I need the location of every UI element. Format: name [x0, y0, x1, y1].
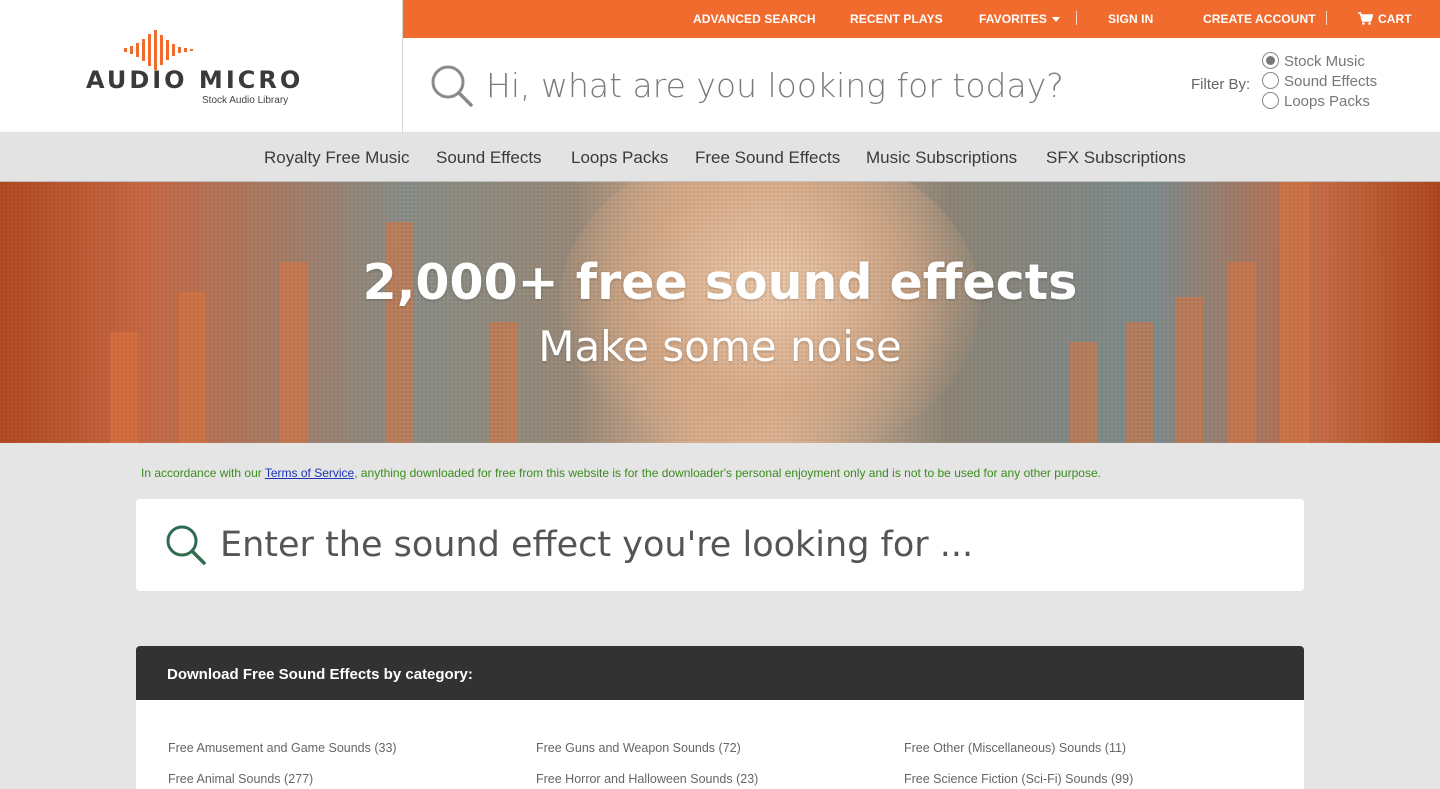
divider: [1076, 11, 1077, 25]
filter-sound-effects-radio[interactable]: Sound Effects: [1262, 72, 1377, 90]
cart-label: CART: [1378, 12, 1412, 26]
nav-music-subscriptions[interactable]: Music Subscriptions: [866, 148, 1017, 168]
category-link[interactable]: Free Animal Sounds (277): [168, 772, 313, 786]
filter-option-label: Loops Packs: [1284, 93, 1370, 110]
category-panel-header: Download Free Sound Effects by category:: [136, 646, 1304, 700]
sfx-search-input[interactable]: [220, 519, 1260, 571]
create-account-link[interactable]: CREATE ACCOUNT: [1203, 12, 1316, 26]
sign-in-link[interactable]: SIGN IN: [1108, 12, 1153, 26]
site-header: AUDIO MICRO Stock Audio Library ADVANCED…: [0, 0, 1440, 132]
nav-free-sound-effects[interactable]: Free Sound Effects: [695, 148, 840, 168]
logo-tagline: Stock Audio Library: [202, 95, 289, 106]
sound-wave-icon: [124, 30, 193, 70]
filter-loops-packs-radio[interactable]: Loops Packs: [1262, 92, 1370, 110]
nav-loops-packs[interactable]: Loops Packs: [571, 148, 668, 168]
advanced-search-link[interactable]: ADVANCED SEARCH: [693, 12, 816, 26]
logo-name: AUDIO MICRO: [86, 66, 304, 94]
favorites-label: FAVORITES: [979, 12, 1048, 26]
filter-option-label: Stock Music: [1284, 53, 1365, 70]
category-link[interactable]: Free Science Fiction (Sci-Fi) Sounds (99…: [904, 772, 1133, 786]
category-link[interactable]: Free Other (Miscellaneous) Sounds (11): [904, 741, 1126, 755]
radio-unchecked-icon: [1262, 72, 1279, 89]
filter-label: Filter By:: [1191, 76, 1251, 93]
filter-option-label: Sound Effects: [1284, 73, 1378, 90]
main-search-input[interactable]: [486, 60, 1176, 110]
category-link[interactable]: Free Amusement and Game Sounds (33): [168, 741, 397, 755]
notice-text-end: , anything downloaded for free from this…: [354, 466, 1101, 480]
category-panel: Download Free Sound Effects by category:…: [136, 646, 1304, 789]
category-link[interactable]: Free Guns and Weapon Sounds (72): [536, 741, 741, 755]
nav-sfx-subscriptions[interactable]: SFX Subscriptions: [1046, 148, 1186, 168]
nav-sound-effects[interactable]: Sound Effects: [436, 148, 542, 168]
nav-royalty-free-music[interactable]: Royalty Free Music: [264, 148, 409, 168]
radio-unchecked-icon: [1262, 92, 1279, 109]
favorites-dropdown[interactable]: FAVORITES: [979, 12, 1061, 26]
sfx-search-box: [136, 499, 1304, 591]
search-icon[interactable]: [430, 64, 474, 108]
search-icon[interactable]: [164, 523, 208, 567]
top-bar: ADVANCED SEARCH RECENT PLAYS FAVORITES S…: [403, 0, 1440, 38]
divider: [1326, 11, 1327, 25]
hero-subtitle: Make some noise: [538, 322, 902, 371]
filter-stock-music-radio[interactable]: Stock Music: [1262, 52, 1365, 70]
recent-plays-link[interactable]: RECENT PLAYS: [850, 12, 943, 26]
terms-notice: In accordance with our Terms of Service,…: [141, 466, 1101, 480]
radio-checked-icon: [1262, 52, 1279, 69]
terms-of-service-link[interactable]: Terms of Service: [265, 466, 354, 480]
cart-icon: [1358, 12, 1374, 25]
category-panel-title: Download Free Sound Effects by category:: [167, 666, 473, 683]
halftone-overlay: [0, 182, 1440, 443]
category-nav: Royalty Free Music Sound Effects Loops P…: [0, 132, 1440, 182]
logo[interactable]: AUDIO MICRO Stock Audio Library: [0, 0, 403, 132]
hero-title: 2,000+ free sound effects: [362, 254, 1078, 311]
notice-text-start: In accordance with our: [141, 466, 265, 480]
chevron-down-icon: [1052, 17, 1061, 23]
hero-banner: 2,000+ free sound effects Make some nois…: [0, 182, 1440, 443]
cart-link[interactable]: CART: [1358, 12, 1412, 26]
category-link[interactable]: Free Horror and Halloween Sounds (23): [536, 772, 758, 786]
